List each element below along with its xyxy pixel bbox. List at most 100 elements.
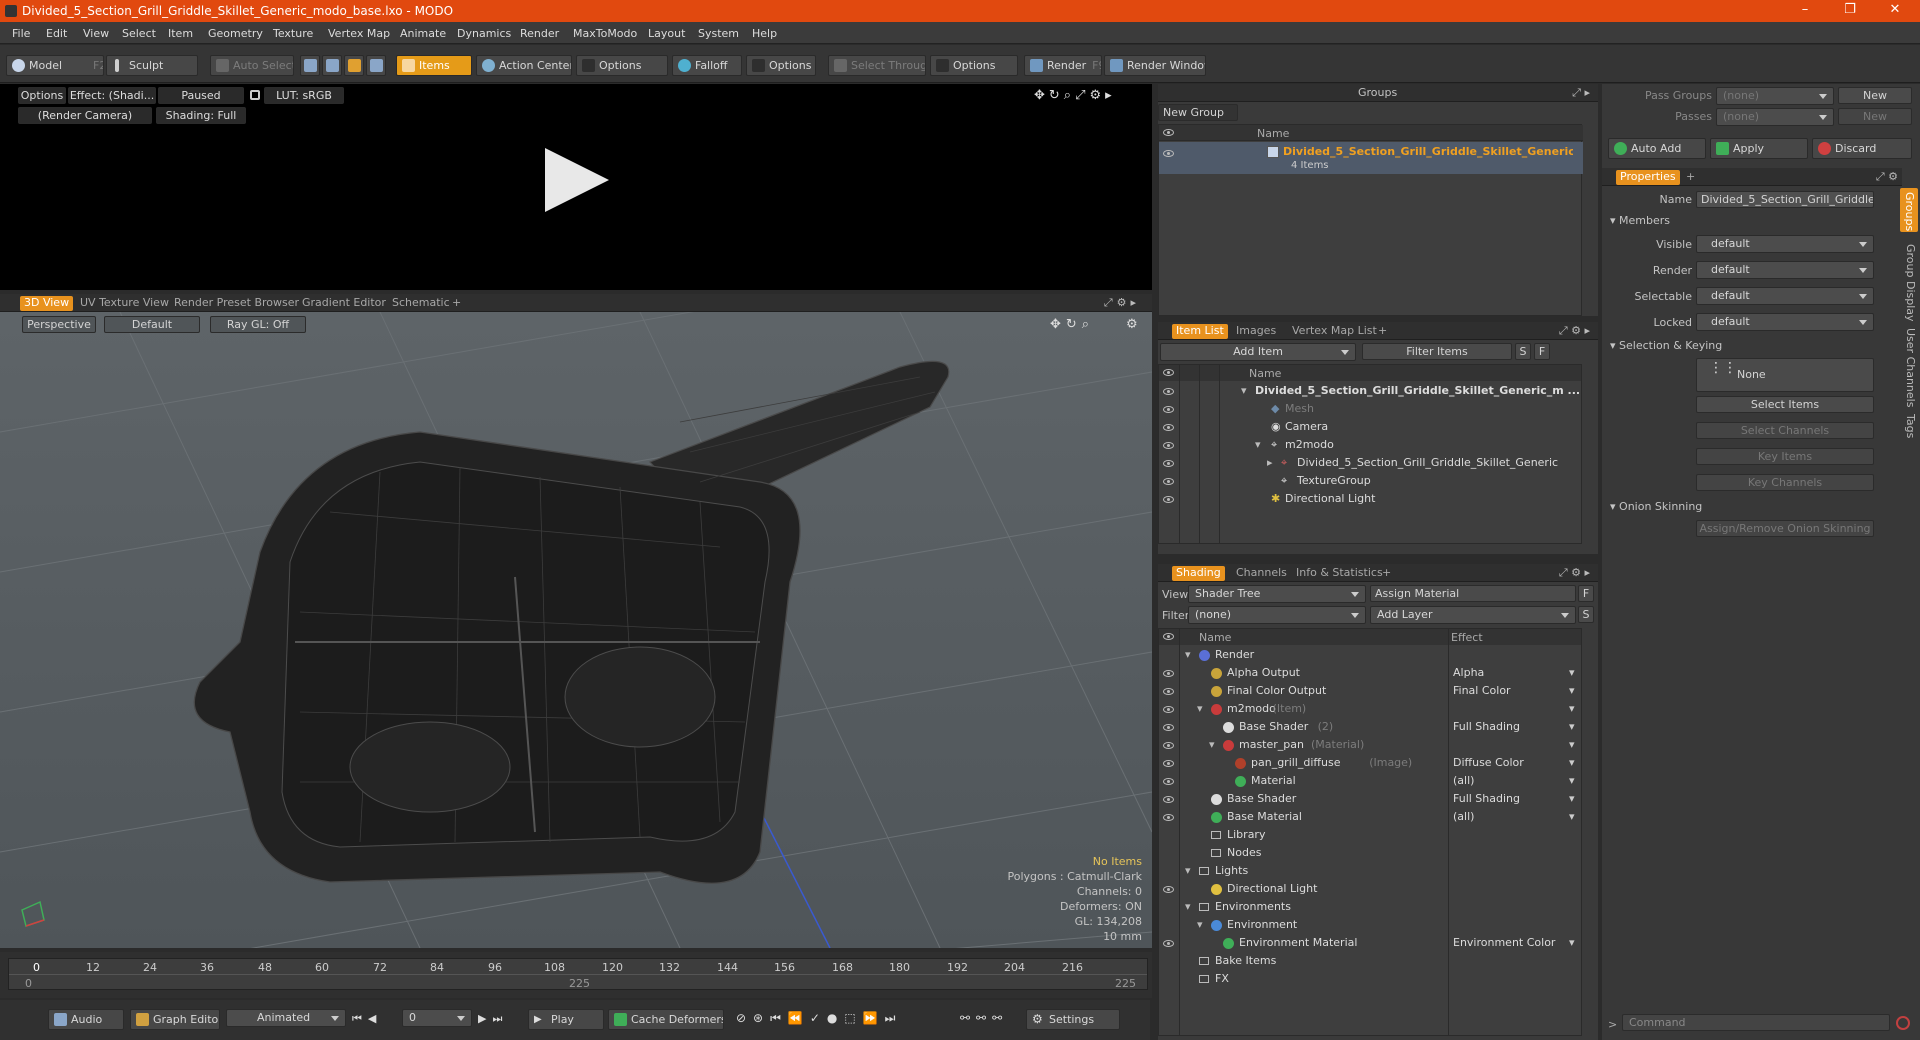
command-input[interactable]: Command [1622,1014,1890,1031]
preview-nav-icons[interactable]: ✥↻⌕⤢⚙▸ [1034,88,1116,103]
side-tab-group-display[interactable]: Group Display [1904,244,1917,322]
select-items-button[interactable]: Select Items [1696,396,1874,413]
collapse-arrow-icon[interactable]: ▾ [1197,701,1203,717]
shading-s-button[interactable]: S [1578,606,1594,623]
viewport-panel-icons[interactable]: ⤢⚙▸ [1104,296,1140,310]
effect-dropdown-arrow-icon[interactable]: ▾ [1569,683,1575,699]
groups-list[interactable]: Name Divided_5_Section_Grill_Griddle_Ski… [1158,124,1583,316]
minimize-button[interactable]: – [1785,2,1825,20]
edges-mode-button[interactable] [322,55,342,76]
menu-texture[interactable]: Texture [273,27,313,40]
shader-row[interactable]: Directional Light [1159,881,1581,898]
add-tab-button[interactable]: + [1378,566,1395,581]
visibility-icon[interactable] [1163,460,1174,467]
settings-button[interactable]: ⚙ Settings [1026,1009,1120,1030]
shader-effect[interactable]: (all) [1453,773,1474,789]
viewport-nav-icons[interactable]: ✥↻⌕ [1050,317,1094,332]
visibility-icon[interactable] [1163,688,1174,695]
new-pass-group-button[interactable]: New [1838,87,1912,104]
collapse-arrow-icon[interactable]: ▾ [1185,863,1191,879]
lock-icon[interactable] [250,90,260,100]
item-f-button[interactable]: F [1534,343,1550,360]
render-button[interactable]: RenderF9 [1024,55,1102,76]
shader-row[interactable]: Nodes [1159,845,1581,862]
visibility-icon[interactable] [1163,706,1174,713]
shader-row[interactable]: Final Color Output Final Color ▾ [1159,683,1581,700]
shader-row[interactable]: Base Shader (2) Full Shading ▾ [1159,719,1581,736]
falloff-button[interactable]: Falloff [672,55,742,76]
new-pass-button[interactable]: New [1838,108,1912,125]
play-button[interactable]: ▶ Play [528,1009,604,1030]
shader-row[interactable]: Base Material (all) ▾ [1159,809,1581,826]
tab-schematic[interactable]: Schematic [388,296,454,311]
menu-animate[interactable]: Animate [400,27,446,40]
collapse-arrow-icon[interactable]: ▾ [1241,383,1247,399]
panel-expand-icon[interactable]: ⤢ ⚙ ▸ [1559,566,1590,580]
default-style-dropdown[interactable]: Default [104,316,200,333]
shader-row[interactable]: FX [1159,971,1581,988]
render-camera-dropdown[interactable]: (Render Camera) [18,107,152,124]
cache-deformers-button[interactable]: Cache Deformers [608,1009,724,1030]
locked-dropdown[interactable]: default [1696,313,1874,331]
shader-row[interactable]: ▾ Environment [1159,917,1581,934]
expand-arrow-icon[interactable]: ▸ [1267,455,1273,471]
add-tab-button[interactable]: + [1374,324,1391,339]
effect-dropdown[interactable]: Effect: (Shadi... [68,87,156,104]
menu-dynamics[interactable]: Dynamics [457,27,511,40]
shader-effect[interactable]: Final Color [1453,683,1511,699]
add-layer-dropdown[interactable]: Add Layer [1370,606,1576,624]
audio-button[interactable]: Audio [48,1009,124,1030]
item-row[interactable]: ✱ Directional Light [1159,491,1581,508]
shader-row[interactable]: ▾ master_pan (Material) ▾ [1159,737,1581,754]
command-expand-icon[interactable]: > [1608,1018,1617,1031]
visibility-icon[interactable] [1163,496,1174,503]
animated-dropdown[interactable]: Animated [226,1009,346,1027]
panel-expand-icon[interactable]: ⤢ ⚙ [1876,170,1898,184]
viewport-settings-icon[interactable]: ⚙ [1126,317,1138,332]
item-row[interactable]: ◉ Camera [1159,419,1581,436]
menu-maxtomodo[interactable]: MaxToModo [573,27,637,40]
selection-keying-section[interactable]: ▾ Selection & Keying [1610,339,1722,352]
shader-row[interactable]: Bake Items [1159,953,1581,970]
menu-file[interactable]: File [12,27,30,40]
new-group-button[interactable]: New Group [1158,104,1238,121]
preview-options-button[interactable]: Options [18,87,66,104]
apply-button[interactable]: Apply [1710,138,1808,159]
collapse-arrow-icon[interactable]: ▾ [1255,437,1261,453]
none-button[interactable]: ⋮⋮ None [1696,358,1874,392]
visibility-icon[interactable] [1163,406,1174,413]
effect-dropdown-arrow-icon[interactable]: ▾ [1569,701,1575,717]
visibility-icon[interactable] [1163,940,1174,947]
menu-select[interactable]: Select [122,27,156,40]
stop-icon[interactable] [1896,1016,1910,1030]
pass-groups-dropdown[interactable]: (none) [1716,87,1834,105]
shader-row[interactable]: Library [1159,827,1581,844]
shader-row[interactable]: ▾ Lights [1159,863,1581,880]
assign-onion-skinning-button[interactable]: Assign/Remove Onion Skinning [1696,520,1874,537]
visibility-icon[interactable] [1163,388,1174,395]
shader-row[interactable]: pan_grill_diffuse (Image) Diffuse Color ▾ [1159,755,1581,772]
auto-select-button[interactable]: Auto Select [210,55,294,76]
visibility-icon[interactable] [1163,724,1174,731]
action-center-options-button[interactable]: Options [576,55,668,76]
select-through-button[interactable]: Select Through [828,55,926,76]
add-tab-button[interactable]: + [1682,170,1699,185]
members-section[interactable]: ▾ Members [1610,214,1670,227]
action-center-button[interactable]: Action Center [476,55,572,76]
menu-item[interactable]: Item [168,27,193,40]
shader-row[interactable]: ▾ Environments [1159,899,1581,916]
tab-properties[interactable]: Properties [1616,170,1680,185]
shader-row[interactable]: Base Shader Full Shading ▾ [1159,791,1581,808]
vertices-mode-button[interactable] [300,55,320,76]
render-window-button[interactable]: Render Window [1104,55,1206,76]
shader-tree[interactable]: Name Effect ▾ Render Alpha Output Alpha ▾ Fin… [1158,628,1582,1036]
shader-effect[interactable]: Full Shading [1453,719,1520,735]
menu-help[interactable]: Help [752,27,777,40]
discard-button[interactable]: Discard [1812,138,1912,159]
assign-material-button[interactable]: Assign Material [1370,585,1576,602]
filter-items-input[interactable]: Filter Items [1362,343,1512,360]
group-name-field[interactable]: Divided_5_Section_Grill_Griddle_Sk [1696,191,1874,208]
key-items-button[interactable]: Key Items [1696,448,1874,465]
collapse-arrow-icon[interactable]: ▾ [1209,737,1215,753]
shader-effect[interactable]: Full Shading [1453,791,1520,807]
